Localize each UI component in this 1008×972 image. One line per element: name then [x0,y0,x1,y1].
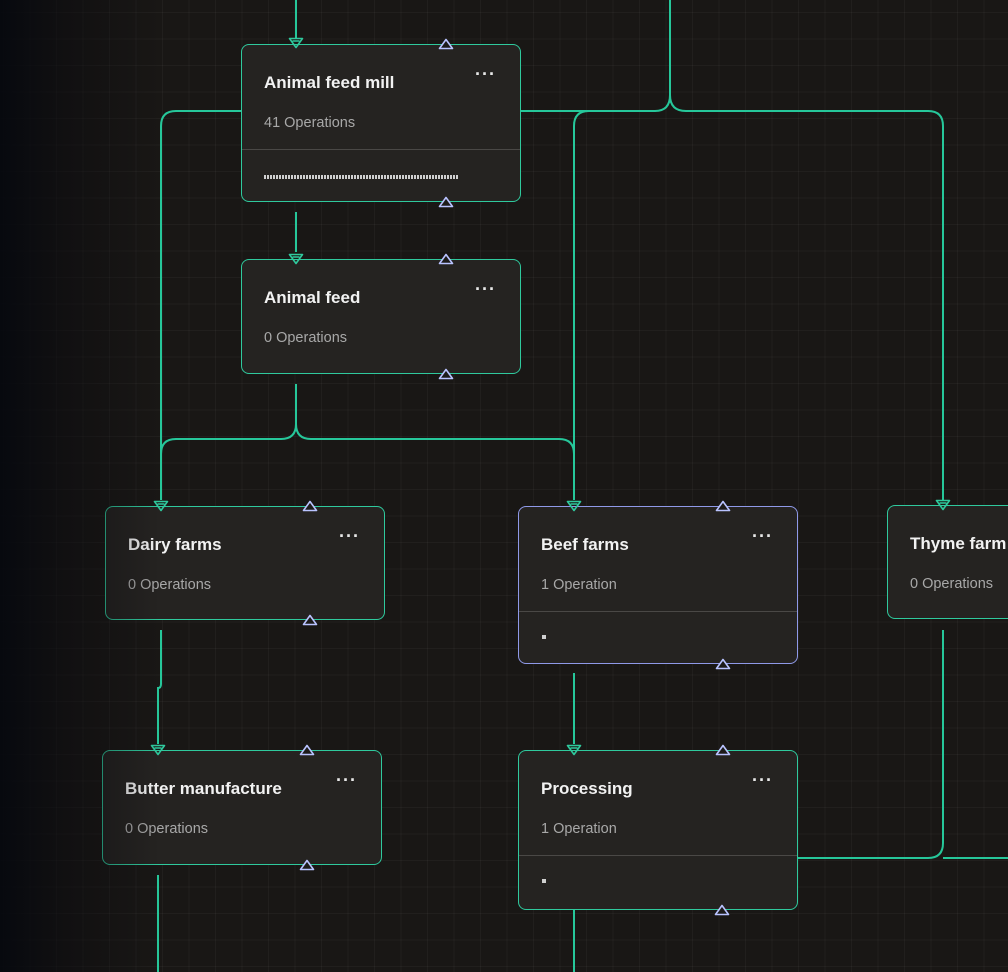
node-operations-count: 0 Operations [125,821,209,837]
input-port-icon[interactable] [566,744,582,756]
output-port-icon[interactable] [714,904,730,916]
node-butter-manufacture[interactable]: Butter manufacture 0 Operations ··· [102,750,382,865]
wire-feed-mill-to-dairy [160,110,241,454]
output-port-icon[interactable] [302,614,318,626]
node-divider [242,149,520,150]
output-port-icon[interactable] [438,38,454,50]
more-options-icon[interactable]: ··· [336,771,357,789]
input-port-icon[interactable] [935,499,951,511]
more-options-icon[interactable]: ··· [752,527,773,545]
input-port-icon[interactable] [150,744,166,756]
node-processing[interactable]: Processing 1 Operation ··· [518,750,798,910]
node-title: Processing [541,779,633,798]
wire-animal-feed-split [160,384,575,500]
node-title: Dairy farms [128,535,222,554]
more-options-icon[interactable]: ··· [339,527,360,545]
wire-thyme-to-processing [798,630,1008,859]
node-operations-count: 1 Operation [541,577,617,593]
output-port-icon[interactable] [299,859,315,871]
wire-top-trunk [521,0,944,500]
operation-marker [542,879,546,883]
operations-strip [264,175,458,179]
output-port-icon[interactable] [438,253,454,265]
node-operations-count: 0 Operations [128,577,212,593]
node-beef-farms[interactable]: Beef farms 1 Operation ··· [518,506,798,664]
node-animal-feed-mill[interactable]: Animal feed mill 41 Operations ··· [241,44,521,202]
more-options-icon[interactable]: ··· [475,65,496,83]
output-port-icon[interactable] [302,500,318,512]
more-options-icon[interactable]: ··· [475,280,496,298]
output-port-icon[interactable] [715,744,731,756]
output-port-icon[interactable] [438,196,454,208]
node-title: Animal feed mill [264,73,395,92]
input-port-icon[interactable] [288,37,304,49]
node-operations-count: 0 Operations [264,330,348,346]
node-title: Butter manufacture [125,779,282,798]
node-thyme-farm[interactable]: Thyme farm 0 Operations ··· [887,505,1008,619]
node-operations-count: 41 Operations [264,115,356,131]
input-port-icon[interactable] [566,500,582,512]
node-operations-count: 1 Operation [541,821,617,837]
node-dairy-farms[interactable]: Dairy farms 0 Operations ··· [105,506,385,620]
node-title: Beef farms [541,535,629,554]
input-port-icon[interactable] [288,253,304,265]
more-options-icon[interactable]: ··· [752,771,773,789]
input-port-icon[interactable] [153,500,169,512]
node-divider [519,855,797,856]
output-port-icon[interactable] [438,368,454,380]
node-operations-count: 0 Operations [910,576,994,592]
node-divider [519,611,797,612]
node-animal-feed[interactable]: Animal feed 0 Operations ··· [241,259,521,374]
wire-dairy-to-butter [157,630,162,744]
flow-canvas[interactable]: Animal feed mill 41 Operations ··· Anima… [0,0,1008,972]
output-port-icon[interactable] [299,744,315,756]
operation-marker [542,635,546,639]
output-port-icon[interactable] [715,658,731,670]
output-port-icon[interactable] [715,500,731,512]
node-title: Thyme farm [910,534,1007,553]
node-title: Animal feed [264,288,361,307]
